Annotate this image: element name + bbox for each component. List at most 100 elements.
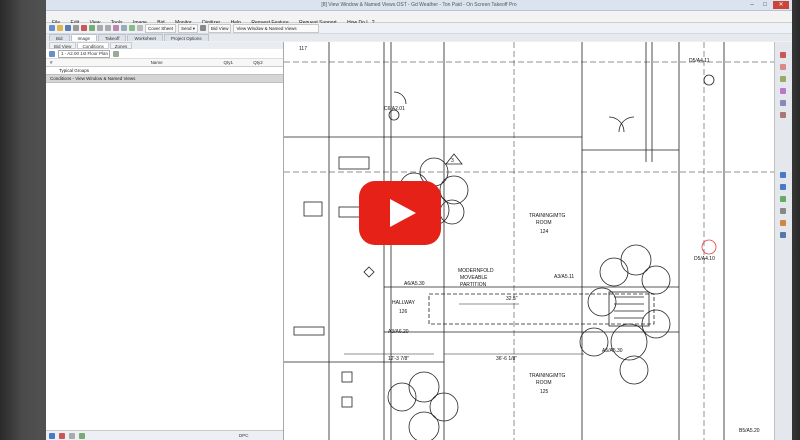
- panel-footer: DPC: [46, 430, 283, 440]
- tab-bid-view[interactable]: Bid View: [49, 42, 77, 49]
- tab-project-options[interactable]: Project Options: [163, 34, 209, 41]
- send-button[interactable]: Send ▾: [178, 23, 199, 33]
- menu-bar: File Edit View Tools Image Bid Monitor D…: [46, 11, 792, 26]
- dimension: 32.5": [506, 296, 518, 302]
- new-icon[interactable]: [49, 25, 55, 31]
- paste-icon[interactable]: [121, 25, 127, 31]
- tab-conditions[interactable]: Conditions: [77, 42, 109, 49]
- tag-3: 3: [451, 158, 454, 164]
- page-select[interactable]: 1 - A2.00 1st Floor Plan: [58, 49, 110, 58]
- partition: [428, 293, 655, 325]
- conditions-header: # Name Qty1 Qty2: [46, 59, 283, 67]
- overlay-icon[interactable]: [780, 232, 786, 238]
- condition-row[interactable]: Conditions - View Window & Named Views: [46, 74, 283, 83]
- markup-icon[interactable]: [780, 52, 786, 58]
- cover-sheet-button[interactable]: Cover Sheet: [145, 23, 177, 33]
- ref-label: D5/A4.10: [694, 256, 715, 262]
- tab-zones[interactable]: Zones: [109, 42, 133, 49]
- partition-label: MODERNFOLD: [458, 268, 494, 274]
- tag-117: 117: [299, 46, 307, 52]
- zoom-out-icon[interactable]: [780, 184, 786, 190]
- pan-icon[interactable]: [780, 196, 786, 202]
- panel-tabs: Bid View Conditions Zones: [46, 42, 283, 49]
- main-tabs: Bid Image Takeoff Worksheet Project Opti…: [46, 34, 792, 41]
- options-icon[interactable]: [137, 25, 143, 31]
- stamp-icon[interactable]: [780, 88, 786, 94]
- callout-icon[interactable]: [780, 76, 786, 82]
- filter-icon[interactable]: [113, 50, 119, 57]
- ref-label: C6/A2.01: [384, 106, 405, 112]
- right-toolbar: [774, 42, 792, 440]
- floor-plan-drawing: 117 C6/A2.01 3 D5/A4.11 TRAINING/MTG ROO…: [284, 42, 774, 440]
- named-view-select[interactable]: View Window & Named Views: [233, 23, 320, 33]
- room-number: 124: [540, 229, 549, 235]
- ref-label: A3/A6.20: [388, 329, 409, 335]
- open-icon[interactable]: [57, 25, 63, 31]
- undo-icon[interactable]: [97, 25, 103, 31]
- tab-image[interactable]: Image: [70, 34, 98, 41]
- text-icon[interactable]: [780, 112, 786, 118]
- play-icon[interactable]: [359, 181, 441, 245]
- fixture: [341, 396, 353, 408]
- partition-label: PARTITION: [460, 282, 487, 288]
- minimize-button[interactable]: –: [746, 1, 758, 9]
- hallway-name: HALLWAY: [392, 300, 416, 306]
- tab-worksheet[interactable]: Worksheet: [127, 34, 163, 41]
- refresh-icon[interactable]: [89, 25, 95, 31]
- room-number: 125: [540, 389, 549, 395]
- copy-icon[interactable]: [113, 25, 119, 31]
- delete-condition-icon[interactable]: [59, 432, 65, 439]
- room-label: ROOM: [536, 220, 552, 226]
- room-name: TRAINING/MTG: [529, 373, 565, 379]
- dpc-label[interactable]: DPC: [239, 433, 249, 438]
- door-swing: [608, 116, 625, 133]
- col-name[interactable]: Name: [90, 59, 224, 66]
- find-icon[interactable]: [129, 25, 135, 31]
- tab-bid[interactable]: Bid: [49, 34, 70, 41]
- layers-icon[interactable]: [780, 220, 786, 226]
- delete-icon[interactable]: [81, 25, 87, 31]
- col-qty1[interactable]: Qty1: [224, 59, 254, 66]
- room-label: ROOM: [536, 380, 552, 386]
- ref-label: D5/A4.11: [689, 58, 710, 64]
- dimension: 36'-6 1/8": [496, 356, 517, 362]
- fixture: [341, 371, 353, 383]
- fixture: [293, 326, 325, 336]
- typical-groups-row[interactable]: Typical Groups: [46, 67, 283, 74]
- partition-label: MOVEABLE: [460, 275, 488, 281]
- ref-label: A6/A5.30: [404, 281, 425, 287]
- drawing-canvas[interactable]: 117 C6/A2.01 3 D5/A4.11 TRAINING/MTG ROO…: [284, 42, 774, 440]
- fixture: [338, 156, 370, 170]
- toolbar-primary: Cover Sheet Send ▾ Bid View View Window …: [46, 23, 792, 34]
- maximize-button[interactable]: □: [759, 1, 771, 9]
- save-icon[interactable]: [65, 25, 71, 31]
- edit-condition-icon[interactable]: [69, 432, 75, 439]
- col-qty2[interactable]: Qty2: [253, 59, 283, 66]
- copy-condition-icon[interactable]: [79, 432, 85, 439]
- col-number[interactable]: #: [46, 59, 90, 66]
- print-icon[interactable]: [73, 25, 79, 31]
- add-condition-icon[interactable]: [49, 432, 55, 439]
- door-swing: [393, 91, 407, 105]
- ref-label: B5/A5.20: [739, 428, 760, 434]
- cloud-icon[interactable]: [780, 100, 786, 106]
- hallway-number: 126: [399, 309, 408, 315]
- fixture: [303, 201, 323, 217]
- redo-icon[interactable]: [105, 25, 111, 31]
- conditions-panel: Bid View Conditions Zones 1 - A2.00 1st …: [46, 42, 284, 440]
- window-title: [8] View Window & Named Views.OST - Gd W…: [321, 2, 517, 8]
- title-bar: [8] View Window & Named Views.OST - Gd W…: [46, 0, 792, 11]
- dimension: 12'-3 7/8": [388, 356, 409, 362]
- fit-icon[interactable]: [780, 208, 786, 214]
- tab-takeoff[interactable]: Takeoff: [98, 34, 127, 41]
- page-select-row: 1 - A2.00 1st Floor Plan: [46, 49, 283, 59]
- ref-label: A5/A5.30: [602, 348, 623, 354]
- door-swing: [618, 116, 635, 133]
- layers-icon[interactable]: [49, 50, 55, 57]
- separator-icon: [200, 25, 207, 31]
- ref-label: A3/A5.11: [554, 274, 574, 280]
- close-button[interactable]: ✕: [773, 1, 789, 9]
- bid-view-button[interactable]: Bid View: [208, 23, 232, 33]
- zoom-in-icon[interactable]: [780, 172, 786, 178]
- highlight-icon[interactable]: [780, 64, 786, 70]
